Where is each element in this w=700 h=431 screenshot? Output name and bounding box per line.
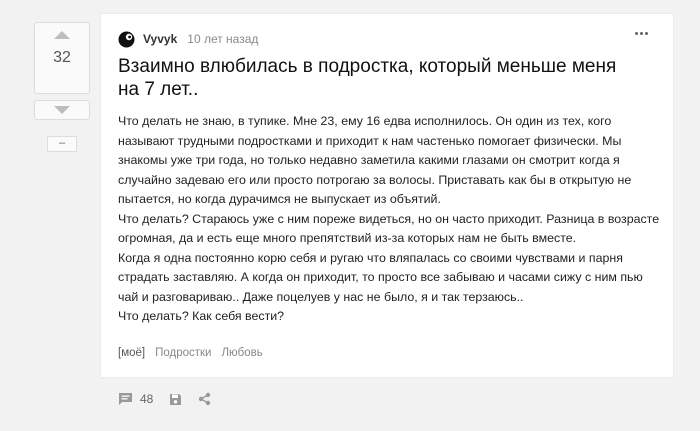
tag-list: [моё] Подростки Любовь — [118, 347, 273, 359]
rating-widget: 32 – — [34, 22, 90, 152]
post-paragraph: Когда я одна постоянно корю себя и ругаю… — [118, 250, 643, 304]
arrow-up-icon[interactable] — [54, 31, 70, 39]
share-icon — [199, 392, 211, 406]
comments-button[interactable]: 48 — [118, 392, 153, 406]
save-button[interactable] — [169, 393, 182, 406]
comment-icon — [119, 393, 132, 405]
tag-love[interactable]: Любовь — [221, 347, 262, 359]
comments-count: 48 — [140, 392, 154, 406]
share-button[interactable] — [198, 392, 211, 406]
more-dots-icon[interactable] — [635, 32, 653, 40]
post-card: Vyvyk 10 лет назад Взаимно влюбилась в п… — [100, 13, 674, 378]
downvote-button[interactable] — [34, 100, 90, 120]
avatar-icon[interactable] — [118, 31, 135, 48]
arrow-down-icon — [54, 106, 70, 114]
post-body: Что делать не знаю, в тупике. Мне 23, ем… — [118, 112, 666, 327]
post-header: Vyvyk 10 лет назад — [118, 30, 258, 48]
rating-count: 32 — [53, 49, 71, 66]
save-icon — [170, 393, 182, 405]
post-time: 10 лет назад — [187, 32, 259, 46]
author-name[interactable]: Vyvyk — [143, 32, 177, 46]
tag-teenagers[interactable]: Подростки — [155, 347, 211, 359]
tag-mine[interactable]: [моё] — [118, 347, 145, 359]
post-paragraph: Что делать? Стараюсь уже с ним пореже ви… — [118, 211, 660, 246]
post-actions: 48 — [118, 392, 227, 406]
post-title[interactable]: Взаимно влюбилась в подростка, который м… — [118, 55, 638, 101]
post-paragraph: Что делать? Как себя вести? — [118, 309, 285, 323]
rating-box: 32 — [34, 22, 90, 94]
minus-button[interactable]: – — [47, 136, 77, 152]
post-paragraph: Что делать не знаю, в тупике. Мне 23, ем… — [118, 114, 632, 206]
